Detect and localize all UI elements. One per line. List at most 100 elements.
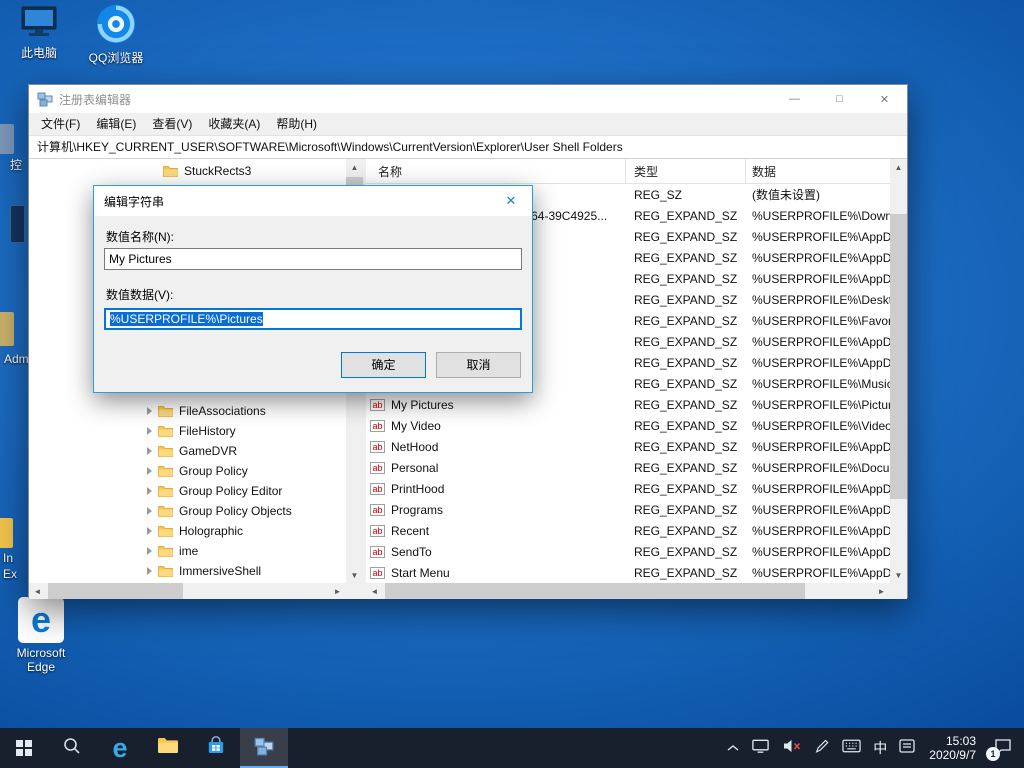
address-bar[interactable]: 计算机\HKEY_CURRENT_USER\SOFTWARE\Microsoft… <box>29 135 907 159</box>
close-icon[interactable]: ✕ <box>490 186 532 216</box>
value-type: REG_EXPAND_SZ <box>626 482 746 496</box>
tree-item[interactable]: StuckRects3 <box>29 161 346 181</box>
value-data: %USERPROFILE%\AppDa <box>746 251 890 265</box>
desktop-icon-label: 此电脑 <box>2 46 76 60</box>
file-explorer-button[interactable] <box>144 728 192 768</box>
desktop-icon-qq-browser[interactable]: QQ浏览器 <box>79 3 153 65</box>
partial-desktop-icon[interactable] <box>0 124 14 154</box>
chevron-right-icon[interactable] <box>147 467 152 475</box>
desktop-icon-this-pc[interactable]: 此电脑 <box>2 6 76 60</box>
partial-desktop-icon[interactable] <box>0 518 13 548</box>
chevron-right-icon[interactable] <box>147 547 152 555</box>
tree-item[interactable]: GameDVR <box>29 441 346 461</box>
menu-item[interactable]: 帮助(H) <box>268 113 325 135</box>
chevron-right-icon[interactable] <box>147 427 152 435</box>
taskbar-clock[interactable]: 15:03 2020/9/7 <box>921 734 984 762</box>
chevron-right-icon[interactable] <box>147 407 152 415</box>
tree-item[interactable]: ime <box>29 541 346 561</box>
table-row[interactable]: Personal REG_EXPAND_SZ %USERPROFILE%\Doc… <box>366 457 890 478</box>
scroll-up-icon[interactable] <box>890 159 907 175</box>
scrollbar-thumb[interactable] <box>48 583 183 599</box>
tree-item-label: FileHistory <box>179 424 236 438</box>
ok-button[interactable]: 确定 <box>341 352 426 378</box>
value-type: REG_EXPAND_SZ <box>626 461 746 475</box>
tree-item[interactable]: Group Policy <box>29 461 346 481</box>
scroll-up-icon[interactable] <box>346 159 363 175</box>
store-button[interactable] <box>192 728 240 768</box>
table-row[interactable]: Start Menu REG_EXPAND_SZ %USERPROFILE%\A… <box>366 562 890 583</box>
table-row[interactable]: My Video REG_EXPAND_SZ %USERPROFILE%\Vid… <box>366 415 890 436</box>
table-row[interactable]: SendTo REG_EXPAND_SZ %USERPROFILE%\AppDa <box>366 541 890 562</box>
value-data-input[interactable]: %USERPROFILE%\Pictures <box>104 308 522 330</box>
table-row[interactable]: Programs REG_EXPAND_SZ %USERPROFILE%\App… <box>366 499 890 520</box>
tree-item[interactable]: Holographic <box>29 521 346 541</box>
regedit-taskbar-button[interactable] <box>240 728 288 768</box>
scrollbar-corner <box>346 583 363 599</box>
volume-status[interactable] <box>776 728 808 768</box>
table-row[interactable]: My Pictures REG_EXPAND_SZ %USERPROFILE%\… <box>366 394 890 415</box>
value-data: %USERPROFILE%\AppDa <box>746 482 890 496</box>
ime-toolbar[interactable] <box>893 728 921 768</box>
window-title: 注册表编辑器 <box>59 91 772 108</box>
list-vertical-scrollbar[interactable] <box>890 159 907 583</box>
minimize-button[interactable]: — <box>772 85 817 113</box>
chevron-right-icon[interactable] <box>147 567 152 575</box>
tray-expand-button[interactable] <box>721 728 745 768</box>
partial-icon-label: In <box>3 551 13 565</box>
column-header-data[interactable]: 数据 <box>746 159 890 183</box>
value-data: (数值未设置) <box>746 186 890 203</box>
scroll-down-icon[interactable] <box>346 567 363 583</box>
tree-item[interactable]: FileHistory <box>29 421 346 441</box>
table-row[interactable]: PrintHood REG_EXPAND_SZ %USERPROFILE%\Ap… <box>366 478 890 499</box>
tree-items: FileAssociations FileHistory <box>29 401 346 581</box>
scrollbar-thumb[interactable] <box>890 214 907 499</box>
chevron-right-icon[interactable] <box>147 527 152 535</box>
tree-item-label: Holographic <box>179 524 243 538</box>
title-bar[interactable]: 注册表编辑器 — □ ✕ <box>29 85 907 113</box>
start-button[interactable] <box>0 728 48 768</box>
column-header-type[interactable]: 类型 <box>626 159 746 183</box>
scroll-left-icon[interactable] <box>366 583 383 599</box>
menu-item[interactable]: 收藏夹(A) <box>200 113 268 135</box>
scroll-right-icon[interactable] <box>873 583 890 599</box>
chevron-right-icon[interactable] <box>147 447 152 455</box>
table-row[interactable]: Recent REG_EXPAND_SZ %USERPROFILE%\AppDa <box>366 520 890 541</box>
chevron-right-icon[interactable] <box>147 487 152 495</box>
column-header-name[interactable]: 名称 <box>366 159 626 183</box>
partial-desktop-icon[interactable] <box>0 312 14 346</box>
network-status[interactable] <box>745 728 776 768</box>
tree-horizontal-scrollbar[interactable] <box>29 583 346 599</box>
ime-language-indicator[interactable]: 中 <box>867 728 893 768</box>
desktop-icon-microsoft-edge[interactable]: e Microsoft Edge <box>3 597 79 674</box>
value-data-label: 数值数据(V): <box>106 286 173 303</box>
dialog-title-bar[interactable]: 编辑字符串 ✕ <box>94 186 532 216</box>
cancel-button[interactable]: 取消 <box>436 352 521 378</box>
menu-item[interactable]: 文件(F) <box>33 113 88 135</box>
menu-item[interactable]: 查看(V) <box>144 113 200 135</box>
list-horizontal-scrollbar[interactable] <box>366 583 890 599</box>
value-name-input[interactable] <box>104 248 522 270</box>
scrollbar-thumb[interactable] <box>385 583 805 599</box>
table-row[interactable]: NetHood REG_EXPAND_SZ %USERPROFILE%\AppD… <box>366 436 890 457</box>
touch-keyboard[interactable] <box>836 728 867 768</box>
maximize-button[interactable]: □ <box>817 85 862 113</box>
scroll-down-icon[interactable] <box>890 567 907 583</box>
scroll-right-icon[interactable] <box>329 583 346 599</box>
tree-item[interactable]: Group Policy Editor <box>29 481 346 501</box>
this-pc-icon <box>19 29 59 43</box>
tree-item[interactable]: Group Policy Objects <box>29 501 346 521</box>
value-type: REG_EXPAND_SZ <box>626 503 746 517</box>
edge-taskbar-button[interactable]: e <box>96 728 144 768</box>
regedit-icon <box>37 91 53 107</box>
search-button[interactable] <box>48 728 96 768</box>
desktop-icon-label: QQ浏览器 <box>79 51 153 65</box>
windows-ink[interactable] <box>808 728 836 768</box>
action-center-button[interactable]: 1 <box>984 728 1024 768</box>
close-button[interactable]: ✕ <box>862 85 907 113</box>
menu-item[interactable]: 编辑(E) <box>88 113 144 135</box>
tree-item[interactable]: ImmersiveShell <box>29 561 346 581</box>
partial-desktop-icon[interactable] <box>10 205 25 243</box>
scroll-left-icon[interactable] <box>29 583 46 599</box>
chevron-right-icon[interactable] <box>147 507 152 515</box>
tree-item[interactable]: FileAssociations <box>29 401 346 421</box>
